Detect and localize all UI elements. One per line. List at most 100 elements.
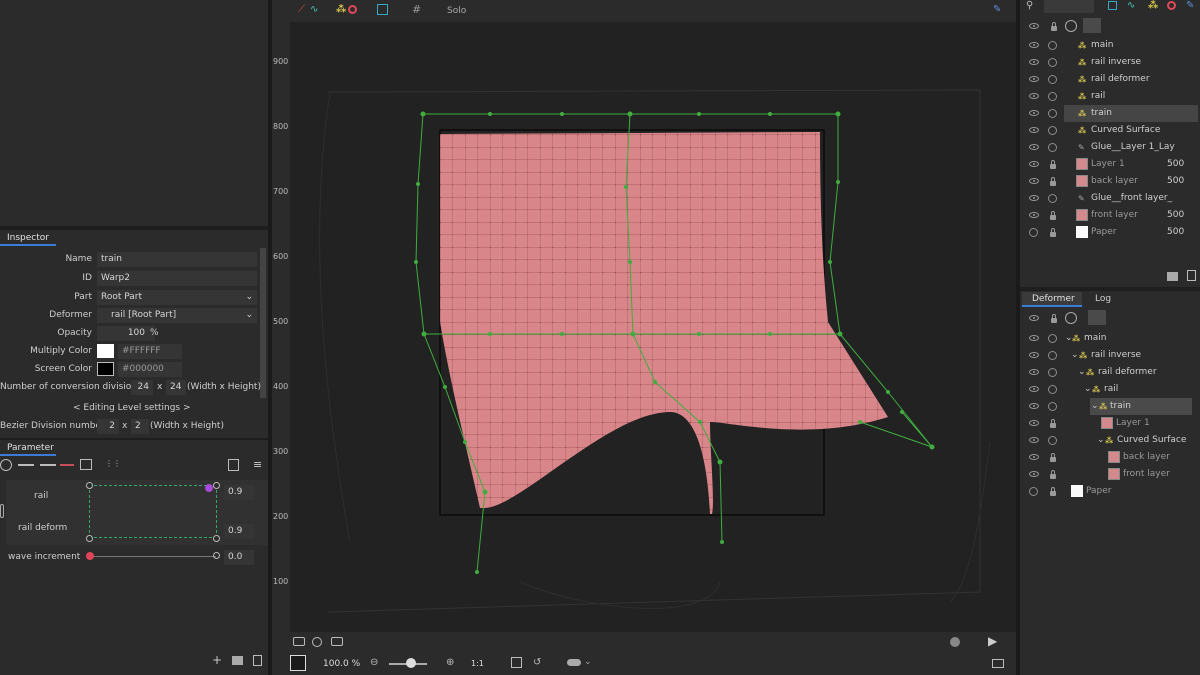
deformer-row-selected[interactable]: ⌄ ⁂ train xyxy=(1020,398,1200,415)
table-icon[interactable] xyxy=(80,459,92,470)
id-field[interactable]: Warp2 xyxy=(97,271,257,286)
zoom-out-icon[interactable]: ⊖ xyxy=(370,657,378,668)
lock-toggle-icon[interactable] xyxy=(1048,385,1057,394)
zoom-in-icon[interactable]: ⊕ xyxy=(446,657,454,668)
pin-icon[interactable]: ✎ xyxy=(993,4,1001,15)
deformer-row[interactable]: ⌄ ⁂ rail inverse xyxy=(1020,347,1200,364)
expand-icon[interactable] xyxy=(1065,20,1077,32)
add-key-plus-icon[interactable] xyxy=(40,464,56,466)
lock-toggle-icon[interactable] xyxy=(1048,41,1057,50)
swap-icon[interactable] xyxy=(1088,310,1106,325)
fit-icon[interactable] xyxy=(511,657,522,668)
chevron-down-icon[interactable]: ⌄ xyxy=(1078,364,1086,381)
eye-icon[interactable] xyxy=(1029,369,1039,375)
eye-icon[interactable] xyxy=(1029,471,1039,477)
lock-toggle-icon[interactable] xyxy=(1048,436,1057,445)
trash-icon[interactable] xyxy=(253,655,262,666)
lock-icon[interactable] xyxy=(1050,453,1056,462)
deformer-row[interactable]: ⌄ ⁂ main xyxy=(1020,330,1200,347)
deformer-icon[interactable]: ⁂ xyxy=(336,4,346,15)
eye-icon[interactable] xyxy=(1029,454,1039,460)
camera-settings-icon[interactable] xyxy=(312,637,322,647)
chevron-down-icon[interactable]: ⌄ xyxy=(584,657,592,667)
editing-level-heading[interactable]: < Editing Level settings > xyxy=(73,403,191,413)
screen-color-field[interactable]: #000000 xyxy=(118,362,182,377)
lock-icon[interactable] xyxy=(1050,211,1056,220)
copy-icon[interactable] xyxy=(228,459,239,471)
opacity-field[interactable]: 100 xyxy=(97,326,155,341)
reset-view-icon[interactable]: ↺ xyxy=(533,657,541,668)
eye-icon[interactable] xyxy=(1029,420,1039,426)
name-field[interactable]: train xyxy=(97,252,257,267)
lock-icon[interactable] xyxy=(1050,487,1056,496)
curve-tool-icon[interactable]: ∿ xyxy=(310,4,318,15)
record-dot-icon[interactable] xyxy=(950,637,960,647)
link-icon[interactable] xyxy=(0,504,4,518)
grid-icon[interactable]: # xyxy=(412,3,421,16)
warp-tool-icon[interactable]: ⟋ xyxy=(298,4,305,15)
eye-icon[interactable] xyxy=(1029,437,1039,443)
lock-toggle-icon[interactable] xyxy=(1048,334,1057,343)
parts-row[interactable]: ⁂ rail inverse xyxy=(1020,54,1200,71)
chevron-down-icon[interactable]: ⌄ xyxy=(1084,381,1092,398)
eye-icon[interactable] xyxy=(1029,403,1039,409)
remove-key-icon[interactable] xyxy=(60,464,74,466)
eye-icon[interactable] xyxy=(1029,212,1039,218)
parts-row[interactable]: front layer 500 xyxy=(1020,207,1200,224)
eye-icon[interactable] xyxy=(1029,144,1039,150)
deformer-tab[interactable]: Deformer xyxy=(1022,292,1082,307)
eye-icon[interactable] xyxy=(1029,59,1039,65)
eye-icon[interactable] xyxy=(1029,110,1039,116)
inspector-scrollbar[interactable] xyxy=(260,248,266,398)
expand-icon[interactable] xyxy=(1065,312,1077,324)
lock-toggle-icon[interactable] xyxy=(1048,92,1057,101)
eye-icon[interactable] xyxy=(1029,315,1039,321)
lock-toggle-icon[interactable] xyxy=(1048,194,1057,203)
lock-toggle-icon[interactable] xyxy=(1048,75,1057,84)
deformer-row[interactable]: Layer 1 xyxy=(1020,415,1200,432)
deformer-icon[interactable]: ⁂ xyxy=(1148,0,1158,11)
deformer-row[interactable]: ⌄ ⁂ rail xyxy=(1020,381,1200,398)
eye-icon[interactable] xyxy=(1029,76,1039,82)
bezier-width-field[interactable]: 2 xyxy=(97,419,119,434)
lock-icon[interactable] xyxy=(1050,228,1056,237)
pin-tool-icon[interactable]: ⚲ xyxy=(1026,0,1033,11)
add-key-icon[interactable] xyxy=(18,464,34,466)
wave-value-field[interactable]: 0.0 xyxy=(224,550,254,565)
swap-icon[interactable] xyxy=(1083,18,1101,33)
trash-icon[interactable] xyxy=(1187,270,1196,281)
multiply-color-swatch[interactable] xyxy=(97,344,114,358)
parts-row-selected[interactable]: ⁂ train xyxy=(1020,105,1200,122)
wave-slider-handle[interactable] xyxy=(86,552,94,560)
mesh-icon[interactable] xyxy=(1108,1,1117,10)
mesh-select-icon[interactable] xyxy=(377,4,388,15)
lock-icon[interactable] xyxy=(1050,160,1056,169)
eye-icon[interactable] xyxy=(1029,386,1039,392)
parts-row[interactable]: Layer 1 500 xyxy=(1020,156,1200,173)
inspector-tab[interactable]: Inspector xyxy=(0,232,56,246)
lock-toggle-icon[interactable] xyxy=(1048,351,1057,360)
chevron-down-icon[interactable]: ⌄ xyxy=(1097,432,1105,449)
rail-2d-slider[interactable] xyxy=(89,485,217,538)
lock-icon[interactable] xyxy=(1050,177,1056,186)
deformer-row[interactable]: Paper xyxy=(1020,483,1200,500)
deformer-row[interactable]: ⌄ ⁂ Curved Surface xyxy=(1020,432,1200,449)
record-icon[interactable] xyxy=(348,5,357,14)
eye-icon[interactable] xyxy=(1029,352,1039,358)
parts-row[interactable]: ✎ Glue__Layer 1_Lay xyxy=(1020,139,1200,156)
parts-row[interactable]: back layer 500 xyxy=(1020,173,1200,190)
lock-icon[interactable] xyxy=(1050,419,1056,428)
folder-icon[interactable] xyxy=(232,656,243,665)
play-icon[interactable]: ▶ xyxy=(988,634,997,648)
parts-row[interactable]: Paper 500 xyxy=(1020,224,1200,241)
visibility-toggle-icon[interactable] xyxy=(1029,487,1038,496)
conversion-height-field[interactable]: 24 xyxy=(166,380,186,395)
flip-icon[interactable] xyxy=(567,659,581,666)
slider-handle[interactable] xyxy=(205,484,213,492)
lock-toggle-icon[interactable] xyxy=(1048,126,1057,135)
rail-deform-value-field[interactable]: 0.9 xyxy=(224,524,254,539)
lock-icon[interactable] xyxy=(1050,470,1056,479)
bezier-height-field[interactable]: 2 xyxy=(131,419,149,434)
eye-icon[interactable] xyxy=(1029,161,1039,167)
deformer-select[interactable]: rail [Root Part] ⌄ xyxy=(97,308,257,323)
